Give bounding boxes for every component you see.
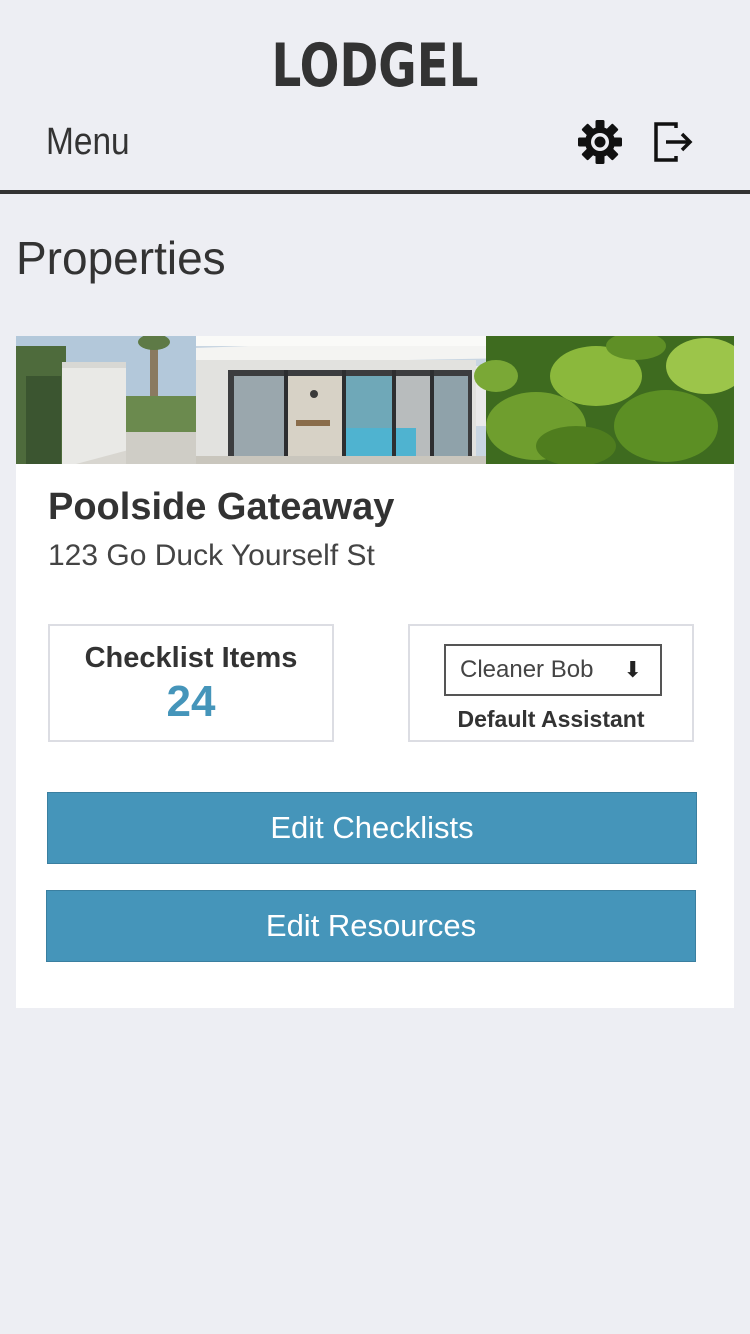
assistant-select-value: Cleaner Bob [460, 656, 594, 683]
property-card: Poolside Gateaway 123 Go Duck Yourself S… [16, 336, 734, 1008]
default-assistant-label: Default Assistant [457, 706, 645, 732]
property-photo [16, 336, 734, 464]
logout-button[interactable] [650, 118, 698, 166]
edit-checklists-button[interactable]: Edit Checklists [47, 792, 697, 864]
arrow-down-icon: ⬇ [623, 657, 642, 682]
logout-icon [654, 122, 693, 162]
checklist-items-label: Checklist Items [84, 642, 298, 674]
app-logo-title: LODGEL [271, 31, 479, 101]
checklist-items-box: Checklist Items 24 [48, 624, 334, 742]
property-name: Poolside Gateaway [48, 486, 395, 528]
assistant-select[interactable]: Cleaner Bob ⬇ [444, 644, 662, 696]
default-assistant-box: Cleaner Bob ⬇ Default Assistant [408, 624, 694, 742]
edit-resources-button[interactable]: Edit Resources [46, 890, 696, 962]
app-header: LODGEL Menu [0, 0, 750, 194]
menu-button[interactable]: Menu [46, 118, 130, 166]
settings-button[interactable] [576, 118, 624, 166]
checklist-items-count: 24 [166, 677, 216, 726]
property-address: 123 Go Duck Yourself St [48, 539, 375, 572]
gear-icon [578, 120, 622, 164]
page-title: Properties [16, 232, 226, 284]
